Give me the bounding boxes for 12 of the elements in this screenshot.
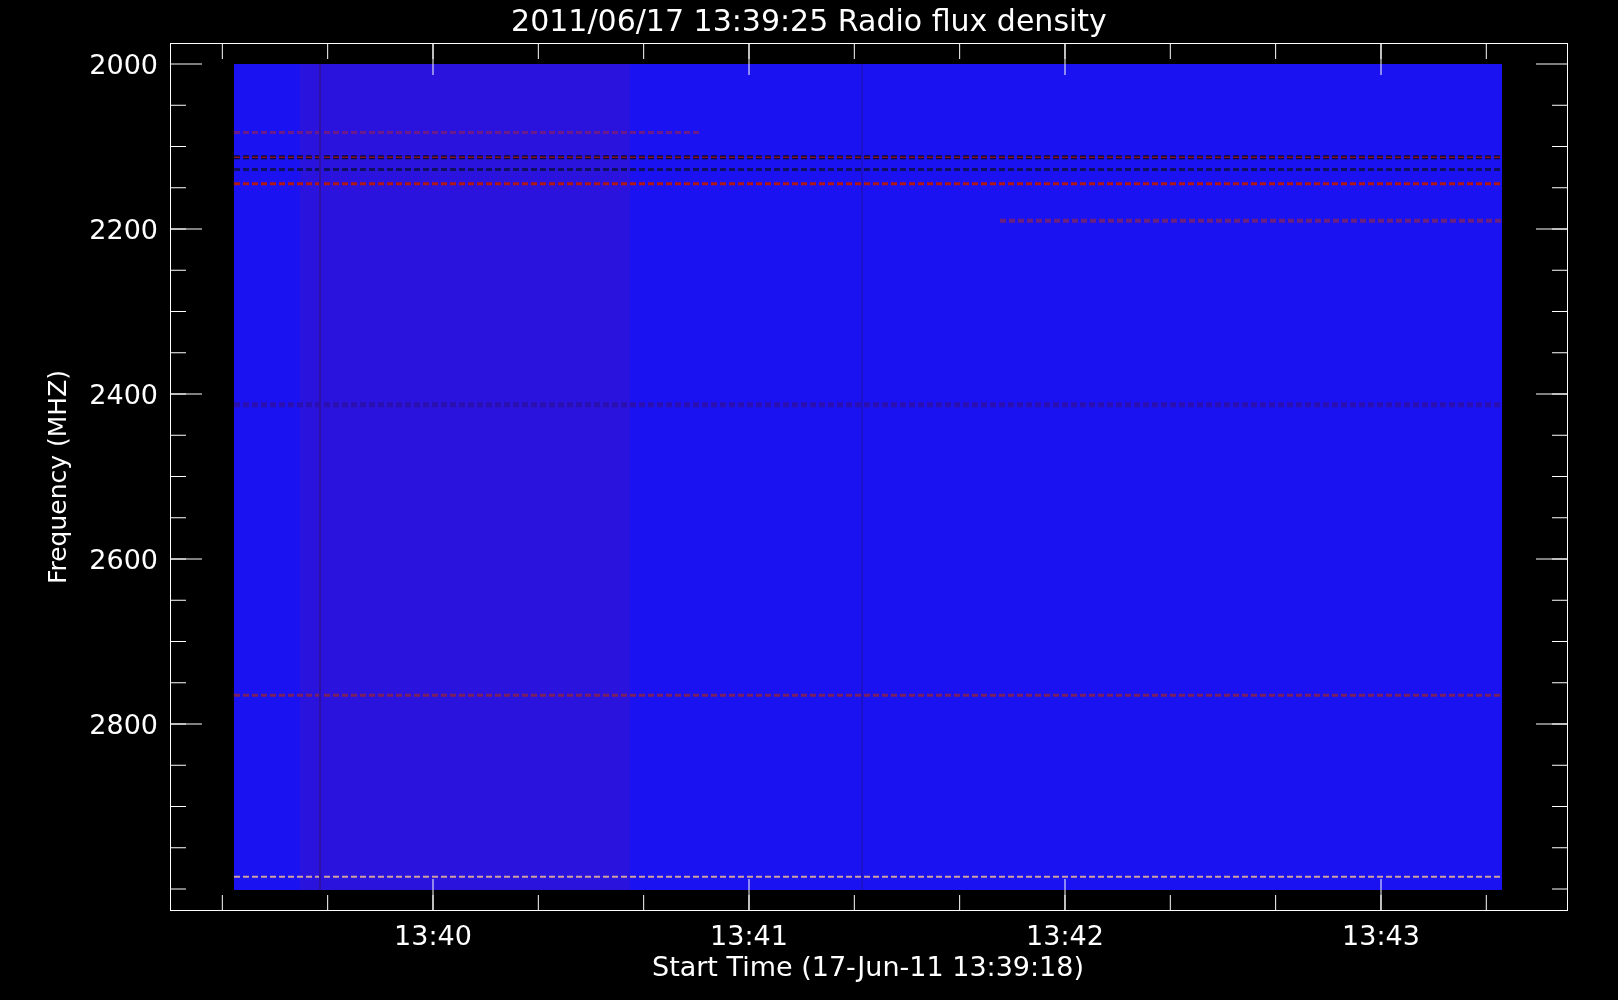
y-tick-label: 2200 bbox=[89, 214, 158, 245]
y-axis-label: Frequency (MHZ) bbox=[43, 369, 72, 585]
x-tick-label: 13:42 bbox=[1026, 920, 1104, 951]
y-tick-label: 2000 bbox=[89, 49, 158, 80]
x-tick-label: 13:40 bbox=[394, 920, 472, 951]
chart-title: 2011/06/17 13:39:25 Radio flux density bbox=[511, 2, 1107, 40]
y-tick-label: 2600 bbox=[89, 544, 158, 575]
x-tick-label: 13:43 bbox=[1342, 920, 1420, 951]
y-tick-label: 2800 bbox=[89, 709, 158, 740]
x-tick-label: 13:41 bbox=[710, 920, 788, 951]
y-tick-label: 2400 bbox=[89, 379, 158, 410]
x-axis-label: Start Time (17-Jun-11 13:39:18) bbox=[652, 951, 1084, 982]
